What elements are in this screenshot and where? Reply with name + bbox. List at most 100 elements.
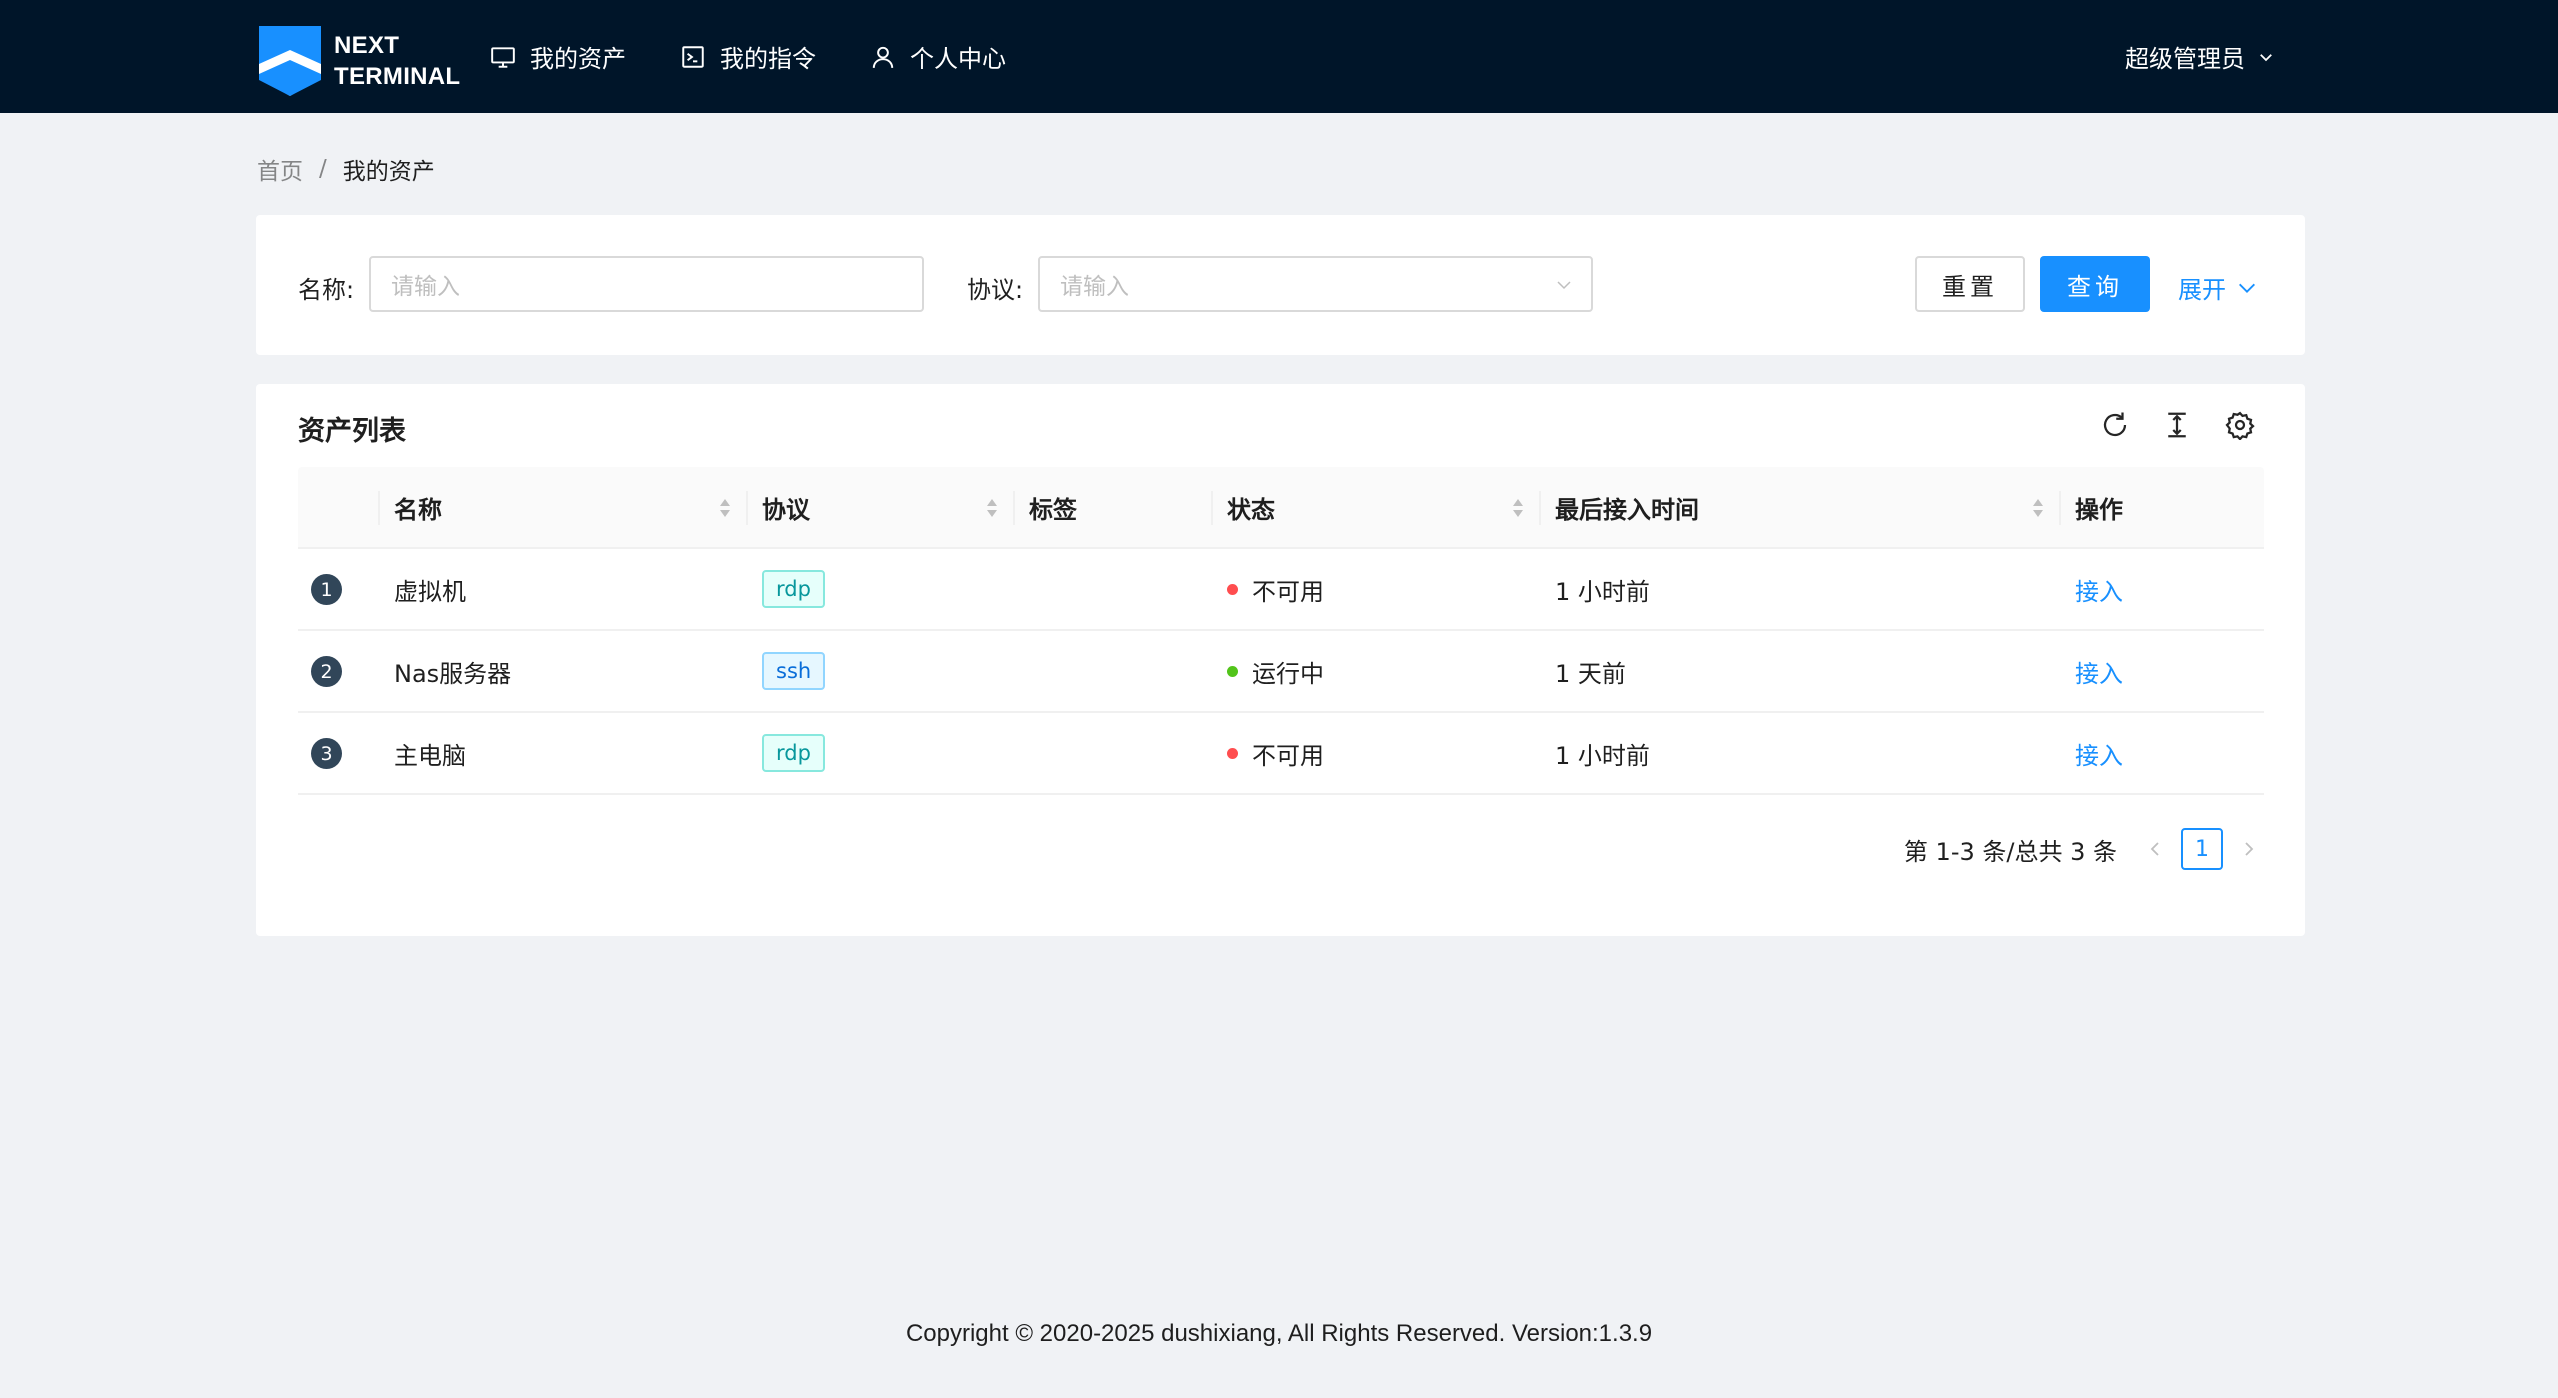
sort-icon[interactable]: [2031, 497, 2045, 519]
main-nav: 我的资产 我的指令 个人中心: [490, 0, 1060, 113]
nav-item-label: 我的指令: [720, 45, 816, 73]
column-divider: [1211, 491, 1213, 525]
name-field-label: 名称:: [298, 276, 355, 304]
status-text: 不可用: [1252, 741, 1324, 770]
asset-name: Nas服务器: [394, 659, 512, 688]
query-button[interactable]: 查询: [2040, 256, 2150, 312]
desktop-icon: [491, 46, 515, 68]
logo[interactable]: NEXT TERMINAL: [259, 26, 460, 96]
next-page-button[interactable]: [2235, 835, 2263, 863]
footer-copyright: Copyright © 2020-2025 dushixiang, All Ri…: [905, 1320, 1653, 1347]
status-cell: 运行中: [1227, 631, 1324, 711]
chevron-down-icon: [2260, 53, 2272, 61]
brand-name: NEXT TERMINAL: [334, 30, 460, 92]
column-settings-button[interactable]: [2223, 408, 2257, 442]
nav-item-personal-center[interactable]: 个人中心: [870, 39, 1006, 74]
table-row: 3 主电脑 rdp 不可用 1 小时前 接入: [298, 713, 2264, 795]
expand-label: 展开: [2178, 276, 2226, 304]
brand-line-1: NEXT: [334, 32, 400, 59]
protocol-select[interactable]: 请输入: [1038, 256, 1593, 312]
row-index-badge: 3: [311, 738, 342, 769]
reset-button[interactable]: 重置: [1915, 256, 2025, 312]
asset-list-card: 资产列表 名称 协议 标签 状态 最后接入时间 操作 1 虚拟机 rdp 不可用…: [256, 384, 2305, 936]
sort-icon[interactable]: [1511, 497, 1525, 519]
chevron-left-icon: [2150, 842, 2159, 856]
next-terminal-logo-icon: [259, 26, 321, 96]
column-divider: [746, 491, 748, 525]
gear-icon: [2225, 411, 2255, 440]
row-index-badge: 1: [311, 574, 342, 605]
last-access-time: 1 天前: [1555, 659, 1626, 688]
breadcrumb-current: 我的资产: [342, 159, 435, 185]
column-header-label: 状态: [1227, 495, 1275, 524]
status-cell: 不可用: [1227, 713, 1324, 793]
user-menu-dropdown[interactable]: 超级管理员: [2125, 0, 2275, 113]
connect-link[interactable]: 接入: [2075, 549, 2123, 629]
density-button[interactable]: [2160, 408, 2194, 442]
column-header-name[interactable]: 名称: [394, 467, 442, 547]
protocol-select-placeholder: 请输入: [1060, 274, 1129, 300]
expand-toggle[interactable]: 展开: [2178, 270, 2258, 305]
pagination: 第 1-3 条/总共 3 条 1: [1904, 828, 2263, 870]
row-index-badge: 2: [311, 656, 342, 687]
reload-button[interactable]: [2098, 408, 2132, 442]
chevron-down-icon: [2239, 283, 2255, 293]
status-dot: [1227, 665, 1238, 677]
chevron-right-icon: [2245, 842, 2254, 856]
brand-line-2: TERMINAL: [334, 63, 461, 90]
table-row: 2 Nas服务器 ssh 运行中 1 天前 接入: [298, 631, 2264, 713]
connect-link[interactable]: 接入: [2075, 631, 2123, 711]
protocol-tag: rdp: [762, 734, 825, 772]
last-access-time: 1 小时前: [1555, 577, 1650, 606]
name-search-input[interactable]: 请输入: [369, 256, 924, 312]
column-divider: [1539, 491, 1541, 525]
status-text: 运行中: [1252, 659, 1324, 688]
column-header-label: 操作: [2075, 495, 2123, 524]
column-divider: [1013, 491, 1015, 525]
nav-item-my-assets[interactable]: 我的资产: [490, 39, 626, 74]
column-header-label: 标签: [1029, 495, 1077, 524]
chevron-down-icon: [1557, 281, 1571, 290]
table-row: 1 虚拟机 rdp 不可用 1 小时前 接入: [298, 549, 2264, 631]
last-access-time: 1 小时前: [1555, 741, 1650, 770]
nav-item-label: 个人中心: [910, 45, 1006, 73]
column-header-label: 协议: [762, 495, 810, 524]
status-cell: 不可用: [1227, 549, 1324, 629]
code-icon: [682, 45, 704, 68]
protocol-tag: ssh: [762, 652, 826, 690]
protocol-tag: rdp: [762, 570, 825, 608]
column-header-last-access[interactable]: 最后接入时间: [1555, 467, 1699, 547]
column-header-label: 名称: [394, 495, 442, 524]
asset-name: 虚拟机: [394, 577, 466, 606]
connect-link[interactable]: 接入: [2075, 713, 2123, 793]
column-header-label: 最后接入时间: [1555, 495, 1699, 524]
page-number-current[interactable]: 1: [2181, 828, 2223, 870]
breadcrumb: 首页 / 我的资产: [257, 152, 435, 186]
breadcrumb-home[interactable]: 首页: [257, 152, 303, 186]
search-form-card: 名称: 请输入 协议: 请输入 重置 查询 展开: [256, 215, 2305, 355]
status-dot: [1227, 747, 1238, 759]
sort-icon[interactable]: [985, 497, 999, 519]
table-title: 资产列表: [298, 416, 406, 447]
status-dot: [1227, 583, 1238, 595]
name-input-placeholder: 请输入: [391, 274, 460, 300]
sort-icon[interactable]: [718, 497, 732, 519]
nav-item-label: 我的资产: [530, 45, 626, 73]
column-divider: [378, 491, 380, 525]
reload-icon: [2103, 412, 2127, 437]
nav-item-my-commands[interactable]: 我的指令: [680, 39, 816, 74]
table-header: 名称 协议 标签 状态 最后接入时间 操作: [298, 467, 2264, 549]
status-text: 不可用: [1252, 577, 1324, 606]
column-height-icon: [2168, 412, 2186, 438]
column-header-actions: 操作: [2075, 467, 2123, 547]
breadcrumb-separator: /: [319, 156, 327, 182]
asset-name: 主电脑: [394, 741, 466, 770]
prev-page-button[interactable]: [2141, 835, 2169, 863]
column-header-status[interactable]: 状态: [1227, 467, 1275, 547]
top-navbar: NEXT TERMINAL 我的资产 我的指令 个人中心 超级管理员: [0, 0, 2558, 113]
user-icon: [872, 46, 894, 68]
pagination-summary: 第 1-3 条/总共 3 条: [1903, 837, 2117, 866]
protocol-field-label: 协议:: [967, 276, 1024, 304]
user-name: 超级管理员: [2125, 45, 2245, 73]
column-header-protocol[interactable]: 协议: [762, 467, 810, 547]
